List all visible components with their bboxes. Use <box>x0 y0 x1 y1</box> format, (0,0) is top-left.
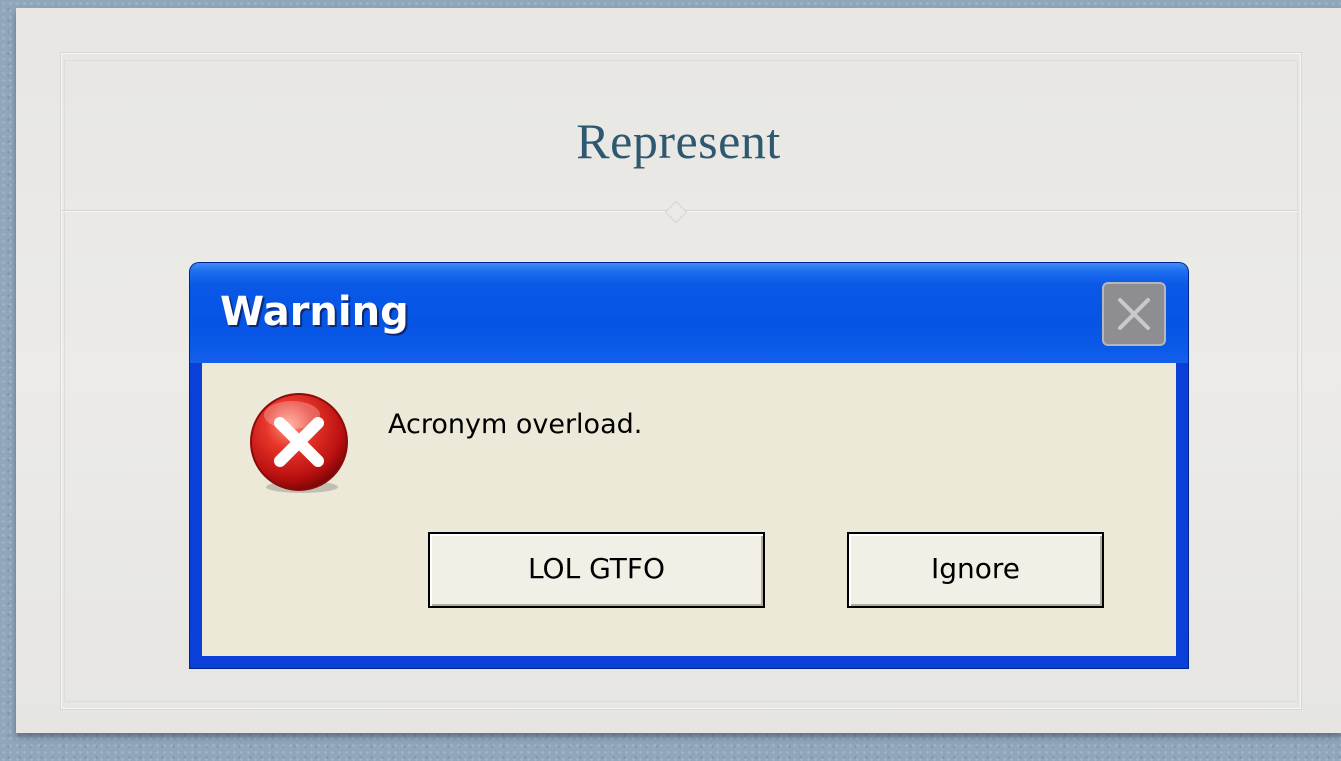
slide-title: Represent <box>576 113 781 169</box>
error-icon <box>250 393 348 493</box>
lol-gtfo-button[interactable]: LOL GTFO <box>428 532 765 608</box>
dialog-title: Warning <box>220 289 409 335</box>
close-button[interactable] <box>1102 282 1166 346</box>
ignore-button[interactable]: Ignore <box>847 532 1104 608</box>
close-icon <box>1118 298 1150 330</box>
dialog-body: Acronym overload. LOL GTFO Ignore <box>202 363 1176 656</box>
warning-dialog: Warning Acronym overload. LOL GTFO Ignor… <box>190 263 1188 668</box>
dialog-message: Acronym overload. <box>388 409 643 440</box>
dialog-titlebar[interactable]: Warning <box>190 263 1188 363</box>
